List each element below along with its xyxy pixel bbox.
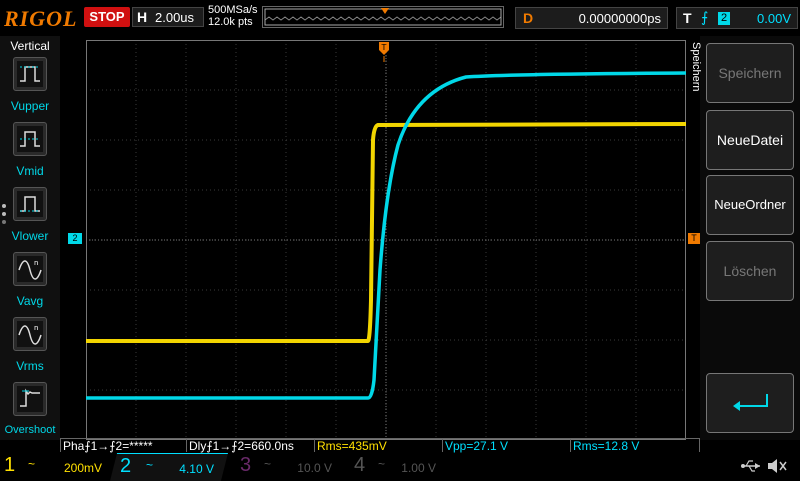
svg-text:n: n: [34, 324, 38, 332]
timebase-value: 2.00us: [155, 10, 195, 25]
back-button[interactable]: [706, 373, 794, 433]
trigger-source-badge: 2: [718, 12, 730, 25]
channel-3-scale: 10.0 V: [297, 461, 332, 475]
channel-2-status[interactable]: 2 ~ 4.10 V: [110, 453, 228, 481]
channel-status-bar: 1 ~ 200mV 2 ~ 4.10 V 3 ~ 10.0 V 4 ~ 1.00…: [0, 453, 800, 481]
acquisition-info: 500MSa/s 12.0k pts: [208, 4, 258, 28]
vupper-label: Vupper: [10, 99, 50, 113]
save-button[interactable]: Speichern: [706, 43, 794, 103]
right-menu-title-text: Speichern: [690, 42, 702, 92]
horizontal-timebase[interactable]: H 2.00us: [132, 7, 204, 27]
channel-1-scale: 200mV: [63, 461, 102, 475]
vmid-button[interactable]: [13, 122, 47, 156]
right-menu-title: Speichern: [688, 42, 704, 112]
new-folder-button[interactable]: NeueOrdner: [706, 175, 794, 235]
channel-3-number: 3: [240, 454, 252, 476]
waveform-display[interactable]: T: [86, 40, 686, 440]
delay-measurement[interactable]: Dly⨍1→⨍2=660.0ns: [186, 438, 314, 453]
ch2-rms-measurement[interactable]: Rms=12.8 V: [570, 438, 700, 453]
vlower-icon: [17, 191, 43, 217]
menu-page-dot: [2, 220, 6, 224]
channel-4-status[interactable]: 4 ~ 1.00 V: [344, 453, 444, 480]
usb-icon: [741, 460, 760, 472]
channel-1-status[interactable]: 1 ~ 200mV: [0, 453, 110, 480]
phase-measurement[interactable]: Pha⨍1→⨍2=*****: [60, 438, 186, 453]
channel-2-scale: 4.10 V: [179, 462, 214, 476]
delay-value: 0.00000000ps: [578, 11, 661, 26]
speaker-muted-icon[interactable]: [766, 457, 788, 475]
ch1-rms-measurement[interactable]: Rms=435mV: [314, 438, 442, 453]
trigger-settings[interactable]: T ⨍ 2 0.00V: [676, 7, 798, 29]
channel-4-scale: 1.00 V: [401, 461, 436, 475]
return-arrow-icon: [733, 394, 768, 411]
vrms-label: Vrms: [16, 359, 44, 373]
vupper-button[interactable]: [13, 57, 47, 91]
sample-rate: 500MSa/s: [208, 4, 258, 16]
trigger-delay[interactable]: D 0.00000000ps: [515, 7, 668, 29]
vrms-icon: n: [17, 321, 43, 347]
vlower-label: Vlower: [11, 229, 49, 243]
channel-2-offset-marker[interactable]: 2: [68, 233, 82, 244]
svg-text:n: n: [34, 259, 38, 267]
channel-1-number: 1: [4, 454, 16, 476]
ac-coupling-icon: ~: [378, 457, 386, 471]
vlower-button[interactable]: [13, 187, 47, 221]
channel-3-status[interactable]: 3 ~ 10.0 V: [230, 453, 340, 480]
delay-label: D: [523, 10, 534, 26]
memory-position-bar[interactable]: [262, 6, 504, 28]
ch2-vpp-measurement[interactable]: Vpp=27.1 V: [442, 438, 570, 453]
overshoot-button[interactable]: [13, 382, 47, 416]
new-file-button[interactable]: NeueDatei: [706, 110, 794, 170]
trigger-level: 0.00V: [757, 11, 791, 26]
memory-depth: 12.0k pts: [208, 16, 253, 28]
menu-page-dot: [2, 204, 6, 208]
trigger-level-marker[interactable]: T: [688, 233, 700, 244]
channel-2-number: 2: [120, 455, 132, 477]
left-menu-title: Vertical: [10, 39, 50, 53]
brand-logo: RIGOL: [4, 6, 78, 31]
run-stop-status[interactable]: STOP: [84, 7, 130, 27]
measurement-results-bar: Pha⨍1→⨍2=***** Dly⨍1→⨍2=660.0ns Rms=435m…: [60, 438, 700, 453]
memory-waveform-icon: [264, 8, 502, 26]
trigger-label: T: [683, 10, 692, 26]
menu-page-dot: [2, 212, 6, 216]
vupper-icon: [17, 61, 43, 87]
vmid-label: Vmid: [16, 164, 44, 178]
vrms-button[interactable]: n: [13, 317, 47, 351]
rising-edge-icon: ⨍: [701, 9, 709, 25]
channel-4-number: 4: [354, 454, 366, 476]
vavg-label: Vavg: [16, 294, 44, 308]
ac-coupling-icon: ~: [28, 457, 36, 471]
horizontal-label: H: [137, 9, 148, 25]
overshoot-icon: [17, 386, 43, 412]
vmid-icon: [17, 126, 43, 152]
ac-coupling-icon: ~: [264, 457, 272, 471]
ac-coupling-icon: ~: [146, 458, 154, 472]
vavg-icon: n: [17, 256, 43, 282]
svg-text:T: T: [381, 43, 387, 52]
delete-button[interactable]: Löschen: [706, 241, 794, 301]
overshoot-label: Overshoot: [4, 424, 56, 436]
vavg-button[interactable]: n: [13, 252, 47, 286]
